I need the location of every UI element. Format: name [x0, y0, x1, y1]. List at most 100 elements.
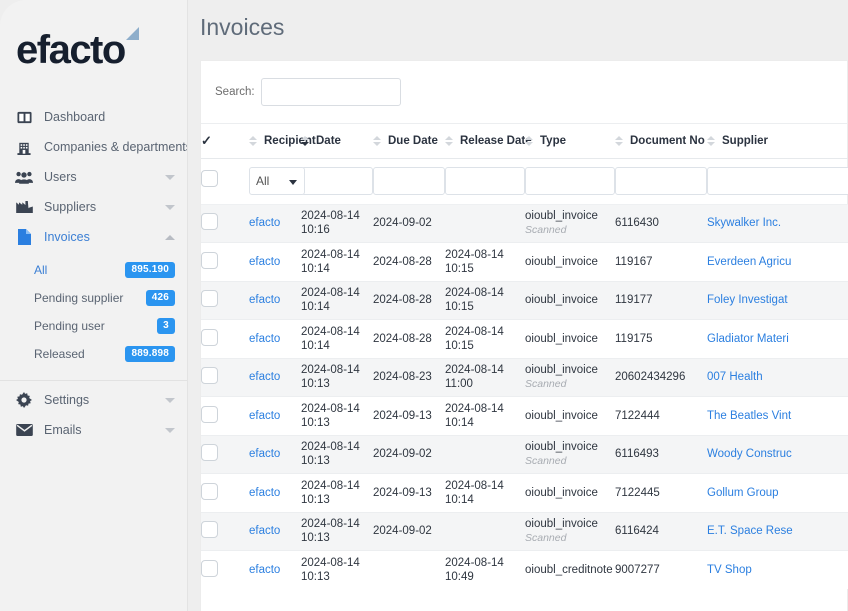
column-header-type[interactable]: Type	[525, 124, 615, 159]
sort-icon[interactable]	[707, 135, 715, 146]
table-row[interactable]: efacto 2024-08-14 10:13 2024-08-23 2024-08-1…	[201, 357, 848, 397]
recipient-link[interactable]: efacto	[249, 333, 280, 345]
row-select-cell	[201, 280, 249, 320]
sidebar-item-users[interactable]: Users	[0, 162, 187, 192]
row-checkbox[interactable]	[201, 560, 218, 577]
column-header-due-date[interactable]: Due Date	[373, 124, 445, 159]
column-header-release-date[interactable]: Release Date	[445, 124, 532, 159]
sort-icon[interactable]	[525, 135, 533, 146]
table-row[interactable]: efacto 2024-08-14 10:14 2024-08-28 2024-08-1…	[201, 280, 848, 320]
supplier-link[interactable]: TV Shop	[707, 564, 752, 576]
status-badge: 426	[145, 290, 175, 306]
chevron-down-icon[interactable]	[165, 397, 175, 403]
table-row[interactable]: efacto 2024-08-14 10:13 2024-09-02 oioubl_in…	[201, 511, 848, 551]
chevron-down-icon[interactable]	[165, 204, 175, 210]
sidebar-subitem-released[interactable]: Released 889.898	[0, 340, 187, 368]
row-checkbox[interactable]	[201, 367, 218, 385]
cell-supplier: Woody Construc	[707, 434, 848, 474]
row-checkbox[interactable]	[201, 213, 218, 231]
sort-icon[interactable]	[249, 135, 257, 146]
chevron-down-icon[interactable]	[165, 427, 175, 433]
supplier-link[interactable]: The Beatles Vint	[707, 410, 791, 422]
column-header-recipient[interactable]: Recipient	[249, 124, 316, 159]
recipient-link[interactable]: efacto	[249, 217, 280, 229]
sidebar-item-label: Emails	[44, 423, 82, 437]
search-input[interactable]	[260, 78, 401, 106]
sidebar-subitem-pending-supplier[interactable]: Pending supplier 426	[0, 284, 187, 312]
supplier-link[interactable]: Foley Investigat	[707, 294, 788, 306]
cell-supplier: Gladiator Materi	[707, 319, 848, 358]
row-checkbox[interactable]	[201, 405, 218, 423]
row-checkbox[interactable]	[201, 444, 218, 462]
recipient-link[interactable]: efacto	[249, 525, 280, 537]
filter-release-date-input[interactable]	[445, 167, 525, 195]
supplier-link[interactable]: Skywalker Inc.	[707, 217, 781, 229]
recipient-link[interactable]: efacto	[249, 256, 280, 268]
sidebar-subitem-all[interactable]: All 895.190	[0, 256, 187, 284]
cell-recipient: efacto	[249, 396, 301, 435]
sidebar-subitem-label: Pending user	[34, 319, 105, 333]
table-row[interactable]: efacto 2024-08-14 10:14 2024-08-28 2024-08-1…	[201, 242, 848, 281]
chevron-up-icon[interactable]	[165, 234, 175, 240]
row-checkbox[interactable]	[201, 290, 218, 308]
cell-due-date: 2024-08-23	[373, 357, 445, 397]
row-checkbox[interactable]	[201, 328, 218, 346]
cell-date: 2024-08-14 10:14	[301, 319, 373, 358]
cell-type: oioubl_invoice	[525, 473, 615, 512]
column-header-document-no[interactable]: Document No	[615, 124, 707, 159]
sidebar-item-invoices[interactable]: Invoices	[0, 222, 187, 252]
column-label: Due Date	[388, 134, 438, 147]
sort-icon[interactable]	[301, 135, 309, 146]
recipient-link[interactable]: efacto	[249, 564, 280, 576]
sort-icon[interactable]	[445, 135, 453, 146]
supplier-link[interactable]: Gladiator Materi	[707, 333, 789, 345]
row-checkbox[interactable]	[201, 251, 218, 269]
table-row[interactable]: efacto 2024-08-14 10:14 2024-08-28 2024-08-1…	[201, 319, 848, 358]
filter-supplier-input[interactable]	[707, 167, 848, 195]
select-all-checkbox[interactable]	[201, 170, 218, 187]
table-row[interactable]: efacto 2024-08-14 10:13 2024-09-02 oioubl_in…	[201, 434, 848, 474]
recipient-link[interactable]: efacto	[249, 487, 280, 499]
filter-recipient-select[interactable]: All	[249, 167, 305, 195]
sort-icon[interactable]	[373, 135, 381, 146]
supplier-link[interactable]: Woody Construc	[707, 448, 792, 460]
filter-type-input[interactable]	[525, 167, 615, 195]
checkmark-icon[interactable]: ✓	[201, 133, 212, 148]
recipient-link[interactable]: efacto	[249, 410, 280, 422]
select-all-header[interactable]: ✓	[201, 124, 249, 159]
sort-icon[interactable]	[615, 135, 623, 146]
supplier-link[interactable]: Gollum Group	[707, 487, 779, 499]
row-checkbox[interactable]	[201, 521, 218, 539]
table-row[interactable]: efacto 2024-08-14 10:13 2024-09-13 2024-08-1…	[201, 473, 848, 512]
filter-due-date-input[interactable]	[373, 167, 445, 195]
sidebar-item-settings[interactable]: Settings	[0, 385, 187, 415]
table-row[interactable]: efacto 2024-08-14 10:16 2024-09-02 oioubl_in…	[201, 203, 848, 243]
filter-date-input[interactable]	[301, 167, 373, 195]
supplier-link[interactable]: Everdeen Agricu	[707, 256, 791, 268]
cell-date: 2024-08-14 10:13	[301, 511, 373, 551]
table-row[interactable]: efacto 2024-08-14 10:13 2024-09-13 2024-08-1…	[201, 396, 848, 435]
sidebar-item-dashboard[interactable]: Dashboard	[0, 102, 187, 132]
recipient-link[interactable]: efacto	[249, 371, 280, 383]
cell-release-date: 2024-08-14 10:14	[445, 396, 525, 435]
sidebar-item-suppliers[interactable]: Suppliers	[0, 192, 187, 222]
brand-logo[interactable]: efacto	[0, 0, 187, 100]
row-checkbox[interactable]	[201, 482, 218, 500]
supplier-link[interactable]: E.T. Space Rese	[707, 525, 793, 537]
sidebar-item-emails[interactable]: Emails	[0, 415, 187, 445]
recipient-link[interactable]: efacto	[249, 294, 280, 306]
sidebar-subitem-pending-user[interactable]: Pending user 3	[0, 312, 187, 340]
supplier-link[interactable]: 007 Health	[707, 371, 763, 383]
chevron-down-icon[interactable]	[165, 174, 175, 180]
cell-document-no: 7122444	[615, 396, 707, 435]
cell-due-date: 2024-09-02	[373, 434, 445, 474]
cell-document-no: 9007277	[615, 550, 707, 589]
column-header-supplier[interactable]: Supplier	[707, 124, 848, 159]
sidebar-item-companies[interactable]: Companies & departments	[0, 132, 187, 162]
scanned-label: Scanned	[525, 378, 567, 391]
users-group-icon	[14, 167, 34, 187]
recipient-link[interactable]: efacto	[249, 448, 280, 460]
filter-document-no-input[interactable]	[615, 167, 707, 195]
table-row[interactable]: efacto 2024-08-14 10:13 2024-08-14 10:49 oiou…	[201, 550, 848, 589]
cell-date: 2024-08-14 10:13	[301, 434, 373, 474]
